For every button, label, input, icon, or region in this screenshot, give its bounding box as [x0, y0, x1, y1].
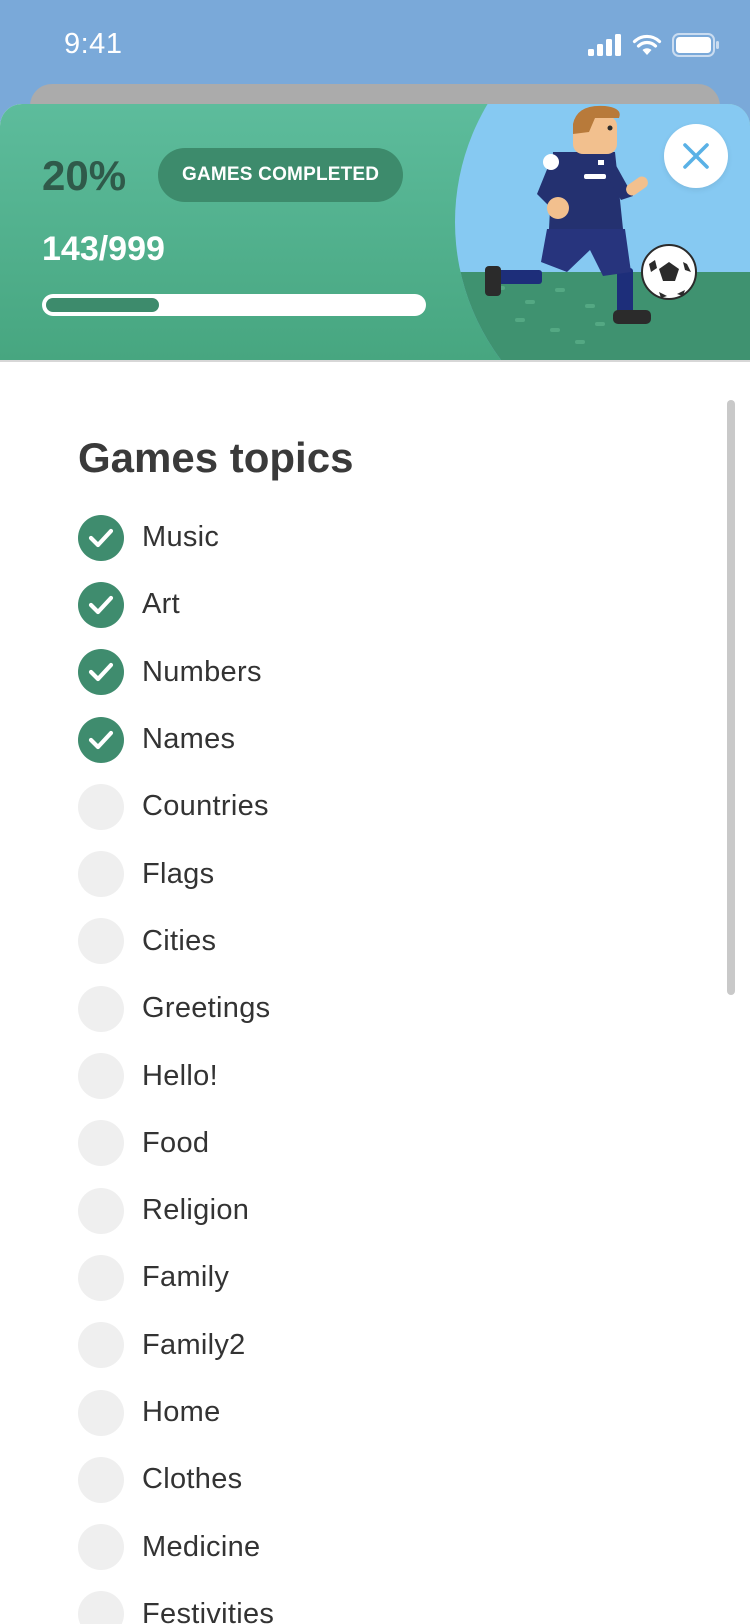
- topic-label: Cities: [142, 924, 217, 957]
- close-button[interactable]: [664, 124, 728, 188]
- topic-label: Names: [142, 723, 236, 756]
- topic-item[interactable]: Flags: [78, 840, 698, 907]
- check-icon: [78, 649, 124, 696]
- unchecked-circle-icon: [78, 851, 124, 898]
- unchecked-circle-icon: [78, 1591, 124, 1624]
- status-bar: 9:41: [0, 0, 750, 92]
- status-time: 9:41: [64, 28, 123, 60]
- topic-label: Festivities: [142, 1597, 275, 1624]
- topic-item[interactable]: Home: [78, 1379, 698, 1446]
- unchecked-circle-icon: [78, 783, 124, 830]
- topic-label: Art: [142, 588, 180, 621]
- unchecked-circle-icon: [78, 1053, 124, 1100]
- unchecked-circle-icon: [78, 1322, 124, 1369]
- progress-bar-fill: [46, 298, 159, 312]
- banner-divider: [0, 360, 750, 362]
- topic-label: Clothes: [142, 1463, 243, 1496]
- unchecked-circle-icon: [78, 1389, 124, 1436]
- topic-label: Numbers: [142, 655, 262, 688]
- topic-label: Countries: [142, 790, 269, 823]
- progress-sheet: 20% GAMES COMPLETED 143/999 Games topics…: [0, 104, 750, 1624]
- topic-item[interactable]: Religion: [78, 1177, 698, 1244]
- progress-banner: 20% GAMES COMPLETED 143/999: [0, 104, 750, 360]
- wifi-icon: [632, 34, 662, 55]
- status-icons: [588, 31, 720, 59]
- check-icon: [78, 581, 124, 628]
- topic-item[interactable]: Names: [78, 706, 698, 773]
- completion-percent: 20%: [42, 152, 127, 199]
- topic-item[interactable]: Numbers: [78, 639, 698, 706]
- topic-list: Music Art Numbers Names Countries Flags Cities…: [78, 504, 698, 1624]
- games-completed-badge: GAMES COMPLETED: [158, 148, 404, 202]
- unchecked-circle-icon: [78, 1456, 124, 1503]
- topic-item[interactable]: Music: [78, 504, 698, 571]
- topic-label: Greetings: [142, 992, 271, 1025]
- progress-bar: [42, 294, 426, 316]
- topic-item[interactable]: Cities: [78, 908, 698, 975]
- topic-label: Family2: [142, 1328, 246, 1361]
- topic-label: Medicine: [142, 1530, 261, 1563]
- check-icon: [78, 716, 124, 763]
- topic-label: Religion: [142, 1194, 250, 1227]
- topic-item[interactable]: Family: [78, 1244, 698, 1311]
- games-count: 143/999: [42, 230, 165, 268]
- close-icon: [683, 143, 709, 169]
- unchecked-circle-icon: [78, 1187, 124, 1234]
- unchecked-circle-icon: [78, 1120, 124, 1167]
- topic-label: Music: [142, 521, 220, 554]
- signal-icon: [588, 34, 621, 56]
- topic-item[interactable]: Art: [78, 571, 698, 638]
- topic-item[interactable]: Greetings: [78, 975, 698, 1042]
- topic-item[interactable]: Medicine: [78, 1513, 698, 1580]
- topic-item[interactable]: Festivities: [78, 1581, 698, 1624]
- check-icon: [78, 514, 124, 561]
- topic-item[interactable]: Countries: [78, 773, 698, 840]
- topic-label: Home: [142, 1396, 221, 1428]
- unchecked-circle-icon: [78, 918, 124, 965]
- topic-label: Food: [142, 1126, 210, 1159]
- battery-icon: [672, 33, 719, 57]
- topic-label: Flags: [142, 857, 215, 890]
- topic-label: Family: [142, 1261, 230, 1294]
- topic-label: Hello!: [142, 1059, 218, 1092]
- topic-item[interactable]: Food: [78, 1110, 698, 1177]
- unchecked-circle-icon: [78, 1524, 124, 1571]
- topic-item[interactable]: Clothes: [78, 1446, 698, 1513]
- topics-title: Games topics: [78, 434, 354, 481]
- topic-item[interactable]: Hello!: [78, 1042, 698, 1109]
- topic-item[interactable]: Family2: [78, 1312, 698, 1379]
- unchecked-circle-icon: [78, 1254, 124, 1301]
- scrollbar[interactable]: [727, 400, 735, 995]
- unchecked-circle-icon: [78, 985, 124, 1032]
